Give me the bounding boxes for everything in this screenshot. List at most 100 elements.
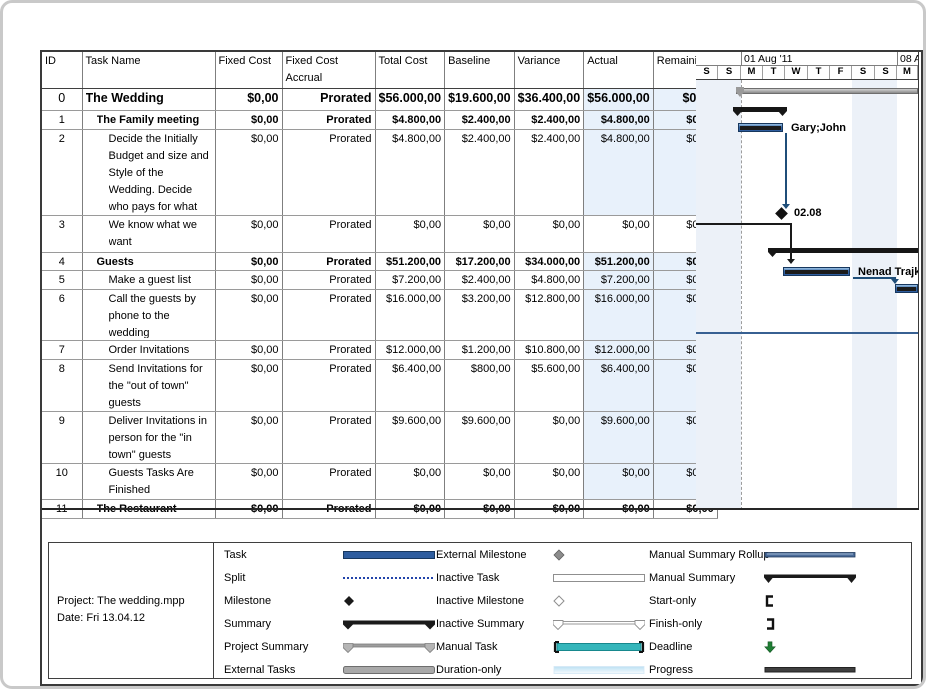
cell-actual: $4.800,00 [584, 111, 654, 130]
duration-only-icon [553, 663, 645, 675]
cell-accrual: Prorated [282, 360, 375, 412]
weekend-shading [852, 80, 897, 510]
task-row-4: 4Guests$0,00Prorated$51.200,00$17.200,00… [42, 253, 717, 271]
dependency-arrow [891, 279, 899, 284]
cell-id: 8 [42, 360, 82, 412]
legend-label-deadline: Deadline [649, 641, 692, 653]
day-label: S [696, 66, 718, 79]
cell-fixed_cost: $0,00 [215, 341, 282, 360]
legend-label-manual_task: Manual Task [436, 641, 498, 653]
cell-variance: $12.800,00 [514, 290, 584, 341]
print-preview-page: IDTask NameFixed CostFixed Cost AccrualT… [0, 0, 926, 689]
cell-baseline: $9.600,00 [445, 412, 515, 464]
manual-summary-icon [764, 571, 856, 583]
cell-actual: $6.400,00 [584, 360, 654, 412]
day-label: F [830, 66, 852, 79]
task-icon [343, 548, 435, 560]
cell-fixed_cost: $0,00 [215, 216, 282, 253]
inactive-milestone-icon [553, 594, 645, 606]
legend-label-milestone: Milestone [224, 595, 271, 607]
cell-accrual: Prorated [282, 412, 375, 464]
cell-accrual: Prorated [282, 89, 375, 111]
cell-baseline: $2.400,00 [445, 271, 515, 290]
cell-total: $6.400,00 [375, 360, 445, 412]
cell-baseline: $19.600,00 [445, 89, 515, 111]
cell-name: Deliver Invitations in person for the "i… [82, 412, 215, 464]
cell-id: 3 [42, 216, 82, 253]
cell-total: $9.600,00 [375, 412, 445, 464]
legend-label-inactive_task: Inactive Task [436, 572, 499, 584]
cell-variance: $10.800,00 [514, 341, 584, 360]
cell-accrual: Prorated [282, 464, 375, 500]
cell-fixed_cost: $0,00 [215, 290, 282, 341]
dependency-line [790, 223, 792, 259]
legend-label-project_summary: Project Summary [224, 641, 308, 653]
cell-accrual: Prorated [282, 341, 375, 360]
cell-variance: $4.800,00 [514, 271, 584, 290]
column-header-total: Total Cost [375, 52, 445, 89]
cell-actual: $51.200,00 [584, 253, 654, 271]
cell-name: Order Invitations [82, 341, 215, 360]
gantt-chart: 01 Aug '1108 Aug '11SSMTWTFSSMGary;John0… [696, 52, 919, 510]
dependency-line [696, 223, 790, 225]
cell-accrual: Prorated [282, 271, 375, 290]
manual-summary-rollup-icon [764, 548, 856, 560]
cell-fixed_cost: $0,00 [215, 111, 282, 130]
cell-fixed_cost: $0,00 [215, 464, 282, 500]
task-bar [895, 284, 918, 293]
column-header-id: ID [42, 52, 82, 89]
project-info: Project: The wedding.mpp Date: Fri 13.04… [57, 593, 185, 627]
cell-actual: $4.800,00 [584, 130, 654, 216]
summary-start-pendant [768, 248, 777, 257]
dependency-arrow [782, 204, 790, 209]
cell-fixed_cost: $0,00 [215, 271, 282, 290]
dependency-line [696, 332, 918, 334]
cell-variance: $0,00 [514, 464, 584, 500]
day-label: S [718, 66, 741, 79]
cell-total: $7.200,00 [375, 271, 445, 290]
cell-actual: $16.000,00 [584, 290, 654, 341]
week-tick [897, 52, 898, 66]
column-header-name: Task Name [82, 52, 215, 89]
task-row-5: 5Make a guest list$0,00Prorated$7.200,00… [42, 271, 717, 290]
cell-total: $4.800,00 [375, 111, 445, 130]
summary-icon [343, 617, 435, 629]
deadline-icon [764, 640, 856, 652]
task-bar [783, 267, 850, 276]
project-summary-bar [736, 88, 918, 94]
cell-total: $56.000,00 [375, 89, 445, 111]
column-header-baseline: Baseline [445, 52, 515, 89]
legend-label-manual_summary_rollup: Manual Summary Rollup [649, 549, 769, 561]
cell-fixed_cost: $0,00 [215, 412, 282, 464]
legend-label-duration_only: Duration-only [436, 664, 501, 676]
dependency-arrow [787, 259, 795, 264]
legend-label-start_only: Start-only [649, 595, 696, 607]
header-row: IDTask NameFixed CostFixed Cost AccrualT… [42, 52, 717, 89]
cell-actual: $9.600,00 [584, 412, 654, 464]
task-row-0: 0The Wedding$0,00Prorated$56.000,00$19.6… [42, 89, 717, 111]
cell-name: Send Invitations for the "out of town" g… [82, 360, 215, 412]
day-label: T [808, 66, 830, 79]
legend-label-inactive_milestone: Inactive Milestone [436, 595, 524, 607]
cell-accrual: Prorated [282, 290, 375, 341]
cell-total: $0,00 [375, 216, 445, 253]
day-label: W [785, 66, 808, 79]
cell-id: 1 [42, 111, 82, 130]
summary-end-pendant [778, 107, 787, 116]
cell-name: Guests Tasks Are Finished [82, 464, 215, 500]
cell-variance: $5.600,00 [514, 360, 584, 412]
legend-label-split: Split [224, 572, 245, 584]
bar-label: 02.08 [794, 207, 822, 219]
split-icon [343, 571, 435, 583]
legend-label-external_tasks: External Tasks [224, 664, 295, 676]
table-bottom-border [42, 508, 919, 510]
legend-label-progress: Progress [649, 664, 693, 676]
cell-total: $4.800,00 [375, 130, 445, 216]
cell-accrual: Prorated [282, 130, 375, 216]
day-label: M [897, 66, 918, 79]
task-row-3: 3We know what we want$0,00Prorated$0,00$… [42, 216, 717, 253]
start-only-icon [764, 594, 856, 606]
cell-name: The Wedding [82, 89, 215, 111]
cell-variance: $34.000,00 [514, 253, 584, 271]
cell-total: $12.000,00 [375, 341, 445, 360]
